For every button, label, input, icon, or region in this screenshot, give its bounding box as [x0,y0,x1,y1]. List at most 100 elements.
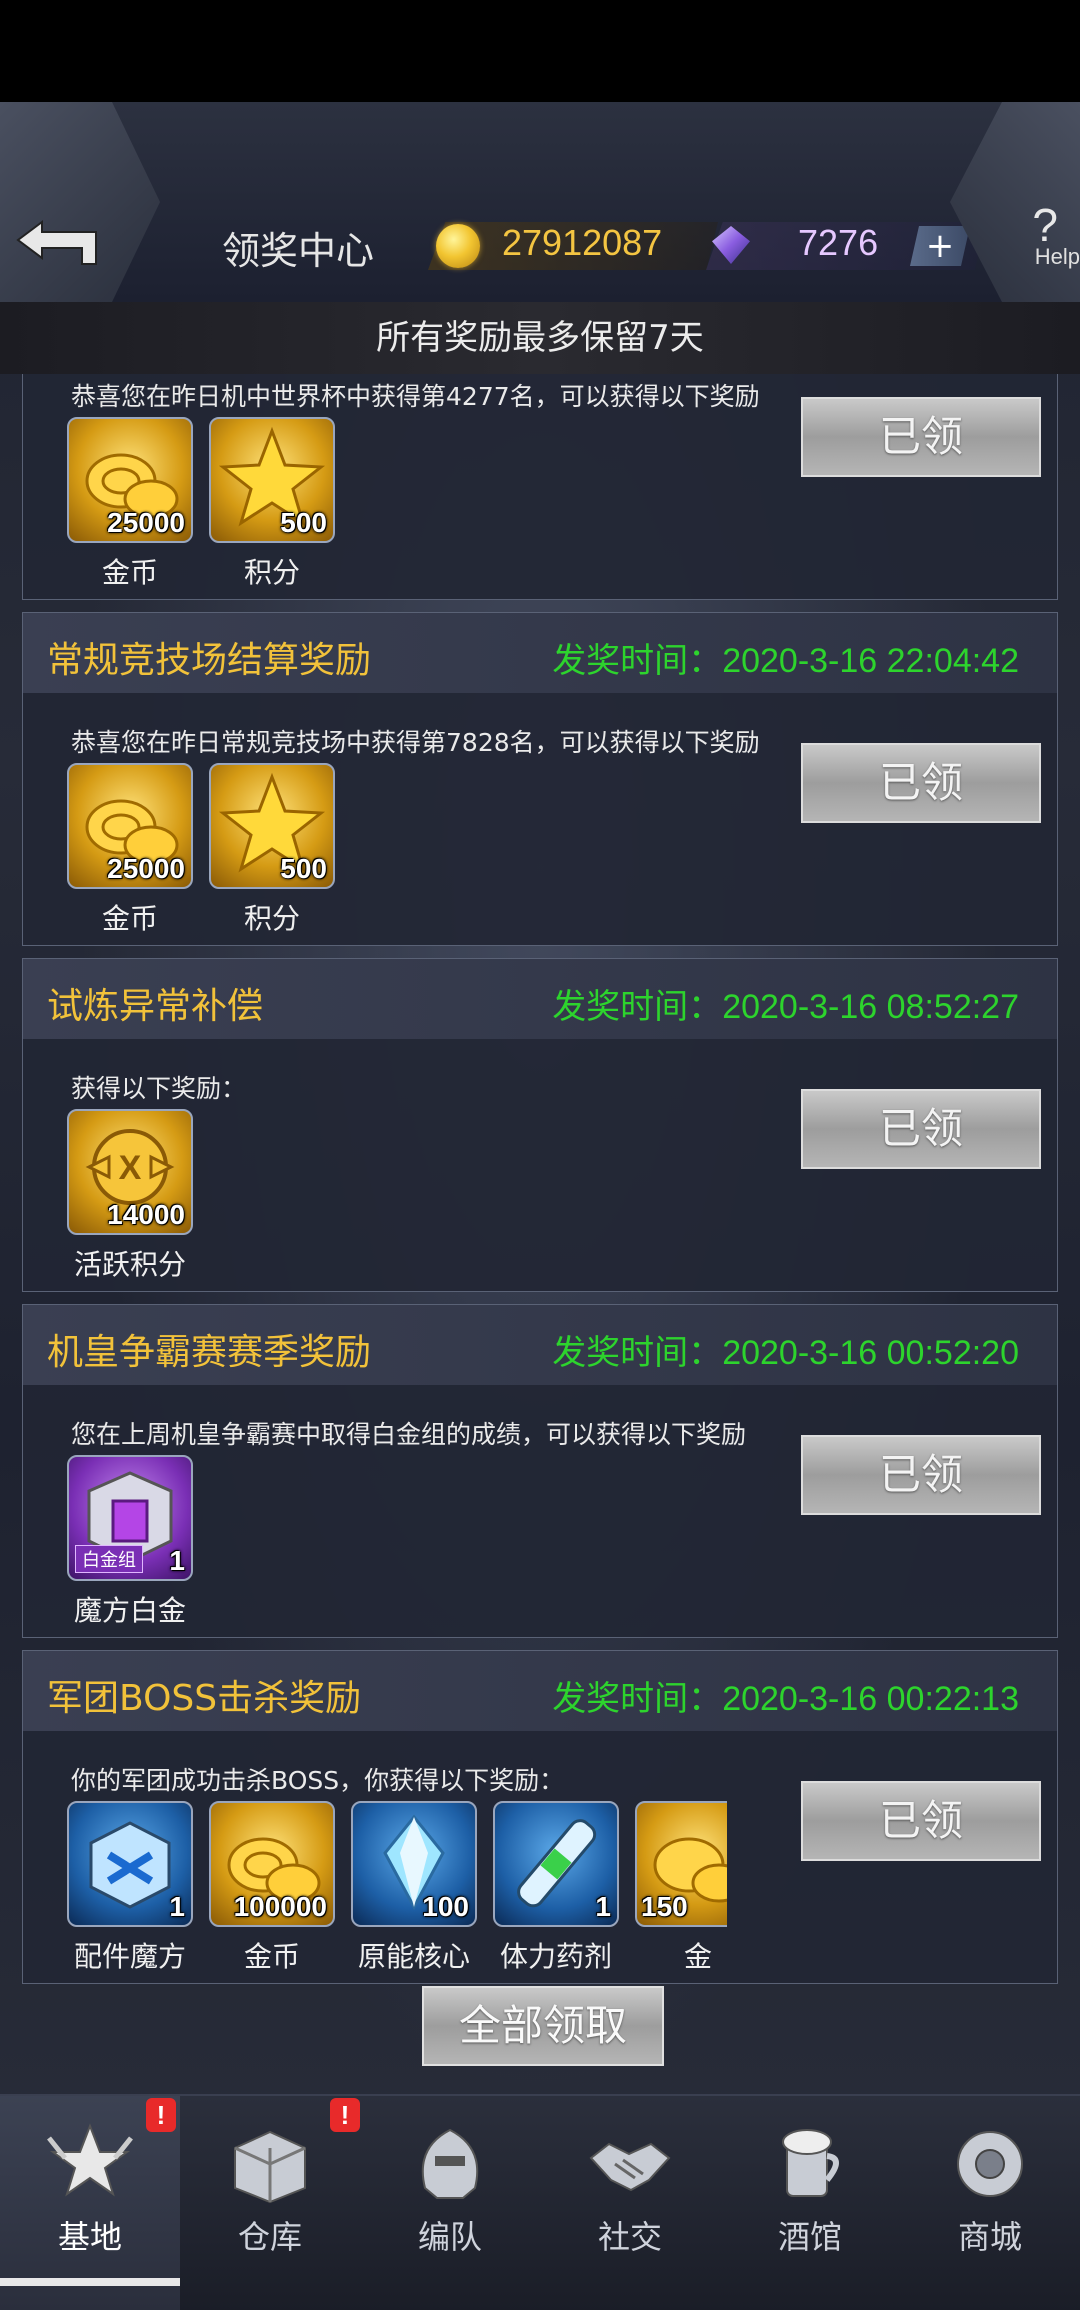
card-header: 机皇争霸赛赛季奖励 发奖时间：2020-3-16 00:52:20 [23,1305,1057,1385]
nav-item-tavern[interactable]: 酒馆 [720,2096,900,2310]
item-name: 金币 [101,902,158,935]
page-title: 领奖中心 [222,229,375,273]
item-name: 积分 [243,902,300,935]
item-name: 积分 [243,556,300,589]
claim-all-button[interactable]: 全部领取 [422,1986,664,2066]
nav-item-base[interactable]: ! 基地 [0,2096,180,2310]
claimed-button[interactable]: 已领 [801,1781,1041,1861]
reward-item[interactable]: 150 金 [635,1801,727,1975]
nav-label: 社交 [597,2218,662,2256]
reward-description: 恭喜您在昨日机中世界杯中获得第4277名，可以获得以下奖励 [71,382,760,411]
stamina-potion-icon: 1 [493,1801,619,1927]
item-quantity: 500 [280,507,327,538]
handshake-icon [589,2142,671,2192]
gem-amount: 7276 [798,222,879,263]
reward-title: 军团BOSS击杀奖励 [47,1678,362,1719]
item-name: 金币 [101,556,158,589]
reward-time: 发奖时间：2020-3-16 00:22:13 [552,1671,1019,1720]
reward-item[interactable]: 25000 金币 [67,417,197,591]
shop-icon [957,2131,1023,2197]
squad-icon [421,2128,479,2199]
warehouse-icon [234,2130,306,2204]
reward-item[interactable]: 100 原能核心 [351,1801,481,1975]
reward-card: 试炼异常补偿 发奖时间：2020-3-16 08:52:27 获得以下奖励： X… [22,958,1058,1292]
reward-description: 你的军团成功击杀BOSS，你获得以下奖励： [71,1766,565,1795]
claimed-button[interactable]: 已领 [801,1435,1041,1515]
tier-tag: 白金组 [75,1545,143,1573]
item-quantity: 500 [280,853,327,884]
reward-item[interactable]: 1 体力药剂 [493,1801,623,1975]
reward-title: 试炼异常补偿 [47,986,264,1027]
reward-list[interactable]: 恭喜您在昨日机中世界杯中获得第4277名，可以获得以下奖励 25000 金币 5… [0,374,1080,2070]
item-name: 活跃积分 [73,1248,186,1281]
time-value: 2020-3-16 22:04:42 [722,642,1019,680]
item-quantity: 100 [422,1891,469,1922]
nav-label: 编队 [417,2218,482,2256]
nav-item-shop[interactable]: 商城 [900,2096,1080,2310]
time-label: 发奖时间： [552,641,723,681]
item-name: 金 [683,1940,712,1973]
item-name: 配件魔方 [73,1940,186,1973]
notification-badge: ! [146,2098,176,2132]
nav-item-warehouse[interactable]: ! 仓库 [180,2096,360,2310]
reward-title: 机皇争霸赛赛季奖励 [47,1332,372,1373]
reward-item[interactable]: 500 积分 [209,417,339,591]
nav-item-social[interactable]: 社交 [540,2096,720,2310]
reward-item[interactable]: X 14000 活跃积分 [67,1109,197,1283]
time-value: 2020-3-16 08:52:27 [722,988,1019,1026]
back-button[interactable] [0,102,160,302]
reward-time: 发奖时间：2020-3-16 22:04:42 [552,633,1019,682]
time-value: 2020-3-16 00:52:20 [722,1334,1019,1372]
reward-description: 恭喜您在昨日常规竞技场中获得第7828名，可以获得以下奖励 [71,728,760,757]
card-header: 试炼异常补偿 发奖时间：2020-3-16 08:52:27 [23,959,1057,1039]
reward-items: X 14000 活跃积分 [67,1109,727,1289]
card-header: 常规竞技场结算奖励 发奖时间：2020-3-16 22:04:42 [23,613,1057,693]
reward-card: 机皇争霸赛赛季奖励 发奖时间：2020-3-16 00:52:20 您在上周机皇… [22,1304,1058,1638]
nav-label: 酒馆 [777,2218,842,2256]
reward-items: 25000 金币 500 积分 [67,417,727,597]
nav-item-squad[interactable]: 编队 [360,2096,540,2310]
reward-time: 发奖时间：2020-3-16 00:52:20 [552,1325,1019,1374]
card-header: 军团BOSS击杀奖励 发奖时间：2020-3-16 00:22:13 [23,1651,1057,1731]
reward-card: 常规竞技场结算奖励 发奖时间：2020-3-16 22:04:42 恭喜您在昨日… [22,612,1058,946]
bottom-nav: ! 基地 ! 仓库 编队 社交 酒馆 商城 [0,2094,1080,2310]
item-name: 体力药剂 [499,1940,612,1973]
svg-text:X: X [119,1149,142,1187]
activity-points-icon: X 14000 [67,1109,193,1235]
help-label: Help [1034,244,1080,269]
reward-items: 1 配件魔方 100000 金币 100 原能核心 1 体力药剂 150 金 [67,1801,727,1981]
reward-card: 恭喜您在昨日机中世界杯中获得第4277名，可以获得以下奖励 25000 金币 5… [22,374,1058,600]
energy-core-icon: 100 [351,1801,477,1927]
reward-item[interactable]: 1 配件魔方 [67,1801,197,1975]
reward-card: 军团BOSS击杀奖励 发奖时间：2020-3-16 00:22:13 你的军团成… [22,1650,1058,1984]
reward-center-screen: 领奖中心 27912087 7276 + ? Help 所有奖励最多保留7天 恭… [0,102,1080,2310]
gold-coin-icon [436,224,480,268]
item-quantity: 1 [595,1891,611,1922]
item-quantity: 1 [169,1891,185,1922]
item-name: 金币 [243,1940,300,1973]
gold-coin-icon: 150 [635,1801,727,1927]
notification-badge: ! [330,2098,360,2132]
reward-time: 发奖时间：2020-3-16 08:52:27 [552,979,1019,1028]
item-quantity: 100000 [233,1891,327,1922]
add-gems-button[interactable]: + [910,226,970,266]
reward-description: 您在上周机皇争霸赛中取得白金组的成绩，可以获得以下奖励 [71,1420,747,1449]
reward-item[interactable]: 25000 金币 [67,763,197,937]
reward-item[interactable]: 白金组 1 魔方白金 [67,1455,197,1629]
reward-item[interactable]: 500 积分 [209,763,339,937]
reward-items: 25000 金币 500 积分 [67,763,727,943]
back-arrow-icon [16,220,97,265]
active-indicator [0,2278,180,2286]
claimed-button[interactable]: 已领 [801,1089,1041,1169]
gold-coin-icon: 25000 [67,417,193,543]
claimed-button[interactable]: 已领 [801,397,1041,477]
time-label: 发奖时间： [552,1679,723,1719]
reward-item[interactable]: 100000 金币 [209,1801,339,1975]
star-points-icon: 500 [209,417,335,543]
claimed-button[interactable]: 已领 [801,743,1041,823]
item-quantity: 14000 [107,1199,185,1230]
help-button[interactable] [950,102,1080,302]
gold-coin-icon: 100000 [209,1801,335,1927]
nav-label: 基地 [57,2218,122,2256]
item-quantity: 1 [169,1545,185,1576]
